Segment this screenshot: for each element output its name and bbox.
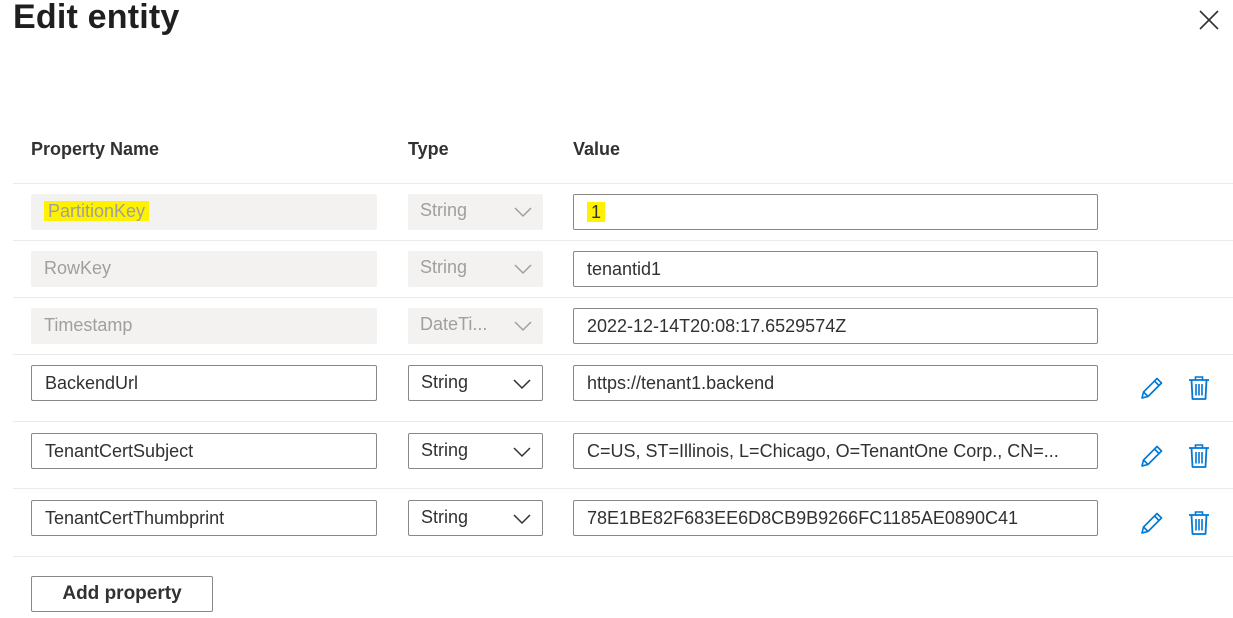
trash-icon bbox=[1189, 444, 1209, 468]
edit-button[interactable] bbox=[1138, 509, 1166, 537]
type-dropdown: String bbox=[408, 251, 543, 287]
value-field[interactable]: 2022-12-14T20:08:17.6529574Z bbox=[573, 308, 1098, 344]
delete-button[interactable] bbox=[1185, 442, 1213, 470]
type-dropdown[interactable]: String bbox=[408, 433, 543, 469]
close-button[interactable] bbox=[1197, 8, 1221, 32]
property-name-text: BackendUrl bbox=[45, 373, 139, 393]
value-field[interactable]: 78E1BE82F683EE6D8CB9B9266FC1185AE0890C41 bbox=[573, 500, 1098, 536]
chevron-down-icon bbox=[513, 447, 531, 458]
dialog-title: Edit entity bbox=[13, 0, 180, 36]
chevron-down-icon bbox=[514, 264, 532, 275]
property-name-input[interactable]: BackendUrl bbox=[31, 365, 377, 401]
column-header-property-name: Property Name bbox=[31, 139, 160, 159]
trash-icon bbox=[1189, 376, 1209, 400]
type-value: String bbox=[420, 200, 468, 220]
value-field[interactable]: https://tenant1.backend bbox=[573, 365, 1098, 401]
property-name-text: TenantCertSubject bbox=[45, 441, 194, 461]
edit-button[interactable] bbox=[1138, 442, 1166, 470]
chevron-down-icon bbox=[513, 379, 531, 390]
trash-icon bbox=[1189, 511, 1209, 535]
table-row: TenantCertSubject String C=US, ST=Illino… bbox=[13, 421, 1233, 489]
value-text: https://tenant1.backend bbox=[587, 373, 775, 393]
chevron-down-icon bbox=[514, 207, 532, 218]
property-name-text: RowKey bbox=[44, 258, 112, 278]
property-name-text: Timestamp bbox=[44, 315, 133, 335]
type-value: String bbox=[421, 372, 469, 392]
value-text: tenantid1 bbox=[587, 259, 662, 279]
type-dropdown: DateTi... bbox=[408, 308, 543, 344]
type-dropdown[interactable]: String bbox=[408, 500, 543, 536]
type-dropdown[interactable]: String bbox=[408, 365, 543, 401]
delete-button[interactable] bbox=[1185, 374, 1213, 402]
value-field[interactable]: C=US, ST=Illinois, L=Chicago, O=TenantOn… bbox=[573, 433, 1098, 469]
type-dropdown: String bbox=[408, 194, 543, 230]
property-name-field: PartitionKey bbox=[31, 194, 377, 230]
table-row: BackendUrl String https://tenant1.backen… bbox=[13, 354, 1233, 422]
value-field[interactable]: 1 bbox=[573, 194, 1098, 230]
pencil-icon bbox=[1141, 377, 1163, 399]
add-property-button[interactable]: Add property bbox=[31, 576, 213, 612]
value-text: 1 bbox=[587, 202, 606, 222]
property-name-field: Timestamp bbox=[31, 308, 377, 344]
property-name-text: TenantCertThumbprint bbox=[45, 508, 225, 528]
table-row: PartitionKey String 1 bbox=[13, 183, 1233, 241]
column-header-type: Type bbox=[408, 139, 449, 159]
chevron-down-icon bbox=[513, 514, 531, 525]
pencil-icon bbox=[1141, 512, 1163, 534]
table-row: Timestamp DateTi... 2022-12-14T20:08:17.… bbox=[13, 297, 1233, 355]
close-icon bbox=[1199, 10, 1219, 30]
edit-button[interactable] bbox=[1138, 374, 1166, 402]
column-header-value: Value bbox=[573, 139, 621, 159]
type-value: String bbox=[421, 507, 469, 527]
value-text: 78E1BE82F683EE6D8CB9B9266FC1185AE0890C41 bbox=[587, 508, 1018, 528]
chevron-down-icon bbox=[514, 321, 532, 332]
value-field[interactable]: tenantid1 bbox=[573, 251, 1098, 287]
property-name-input[interactable]: TenantCertSubject bbox=[31, 433, 377, 469]
edit-entity-panel: Edit entity Property Name Type Value Par… bbox=[0, 0, 1233, 618]
value-text: C=US, ST=Illinois, L=Chicago, O=TenantOn… bbox=[587, 441, 1059, 461]
type-value: String bbox=[421, 440, 469, 460]
pencil-icon bbox=[1141, 445, 1163, 467]
table-row: TenantCertThumbprint String 78E1BE82F683… bbox=[13, 488, 1233, 557]
table-bottom-divider bbox=[13, 556, 1233, 557]
property-name-text: PartitionKey bbox=[44, 201, 150, 221]
property-name-field: RowKey bbox=[31, 251, 377, 287]
type-value: DateTi... bbox=[420, 314, 488, 334]
delete-button[interactable] bbox=[1185, 509, 1213, 537]
table-row: RowKey String tenantid1 bbox=[13, 240, 1233, 298]
type-value: String bbox=[420, 257, 468, 277]
property-name-input[interactable]: TenantCertThumbprint bbox=[31, 500, 377, 536]
value-text: 2022-12-14T20:08:17.6529574Z bbox=[587, 316, 847, 336]
